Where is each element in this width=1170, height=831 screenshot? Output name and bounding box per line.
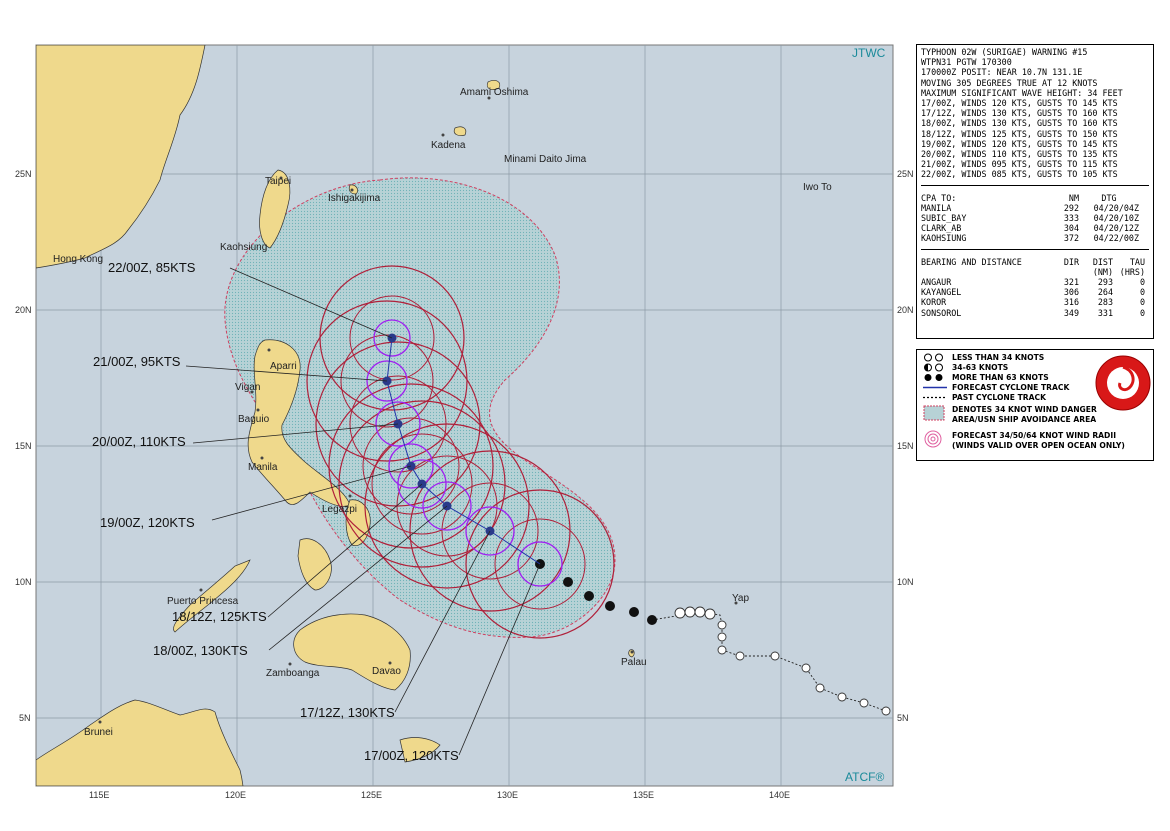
lat-labels-left: 25N 20N 15N 10N 5N — [15, 169, 32, 723]
legend-item: MORE THAN 63 KNOTS — [952, 373, 1049, 382]
cpa-row: KAOHSIUNG 372 04/22/00Z — [921, 233, 1139, 244]
svg-text:120E: 120E — [225, 790, 246, 800]
svg-text:Iwo To: Iwo To — [803, 182, 832, 193]
svg-text:21/00Z, 95KTS: 21/00Z, 95KTS — [93, 354, 181, 369]
legend-item: LESS THAN 34 KNOTS — [952, 353, 1045, 362]
legend-item: PAST CYCLONE TRACK — [952, 393, 1046, 402]
svg-text:20/00Z, 110KTS: 20/00Z, 110KTS — [92, 434, 186, 449]
svg-text:Zamboanga: Zamboanga — [266, 668, 320, 679]
bd-header: BEARING AND DISTANCE DIR DIST TAU — [921, 256, 1145, 267]
divider — [921, 248, 1149, 250]
jtwc-seal-icon — [1095, 355, 1151, 411]
svg-text:Taipei: Taipei — [265, 176, 291, 187]
svg-text:25N: 25N — [15, 169, 32, 179]
warning-line: MOVING 305 DEGREES TRUE AT 12 KNOTS — [921, 77, 1098, 88]
bd-units: (NM) (HRS) — [1092, 266, 1145, 277]
lon-labels: 115E 120E 125E 130E 135E 140E — [89, 790, 790, 800]
warning-info-panel: TYPHOON 02W (SURIGAE) WARNING #15 WTPN31… — [916, 44, 1154, 339]
legend-item: FORECAST CYCLONE TRACK — [952, 383, 1070, 392]
cpa-header: CPA TO: NM DTG — [921, 192, 1117, 203]
warning-line: 19/00Z, WINDS 120 KTS, GUSTS TO 145 KTS — [921, 138, 1118, 149]
warning-line: 18/12Z, WINDS 125 KTS, GUSTS TO 150 KTS — [921, 128, 1118, 139]
bd-row: KOROR 316 283 0 — [921, 297, 1145, 308]
half-circle-icon — [924, 363, 943, 372]
svg-text:Aparri: Aparri — [270, 361, 297, 372]
warning-line: 21/00Z, WINDS 095 KTS, GUSTS TO 115 KTS — [921, 159, 1118, 170]
wind-radii-icon — [924, 430, 942, 448]
svg-text:18/12Z, 125KTS: 18/12Z, 125KTS — [172, 609, 267, 624]
cpa-row: SUBIC_BAY 333 04/20/10Z — [921, 213, 1139, 224]
map-legend: LESS THAN 34 KNOTS 34-63 KNOTS MORE THAN… — [916, 349, 1154, 461]
svg-text:20N: 20N — [897, 305, 914, 315]
warning-line: 20/00Z, WINDS 110 KTS, GUSTS TO 135 KTS — [921, 149, 1118, 160]
svg-text:5N: 5N — [897, 713, 909, 723]
svg-text:19/00Z, 120KTS: 19/00Z, 120KTS — [100, 515, 195, 530]
svg-text:Palau: Palau — [621, 657, 647, 668]
jtwc-label: JTWC — [852, 46, 886, 60]
warning-line: 17/12Z, WINDS 130 KTS, GUSTS TO 160 KTS — [921, 108, 1118, 119]
svg-text:135E: 135E — [633, 790, 654, 800]
svg-text:140E: 140E — [769, 790, 790, 800]
filled-circle-icon — [924, 374, 943, 381]
svg-text:Baguio: Baguio — [238, 414, 270, 425]
legend-item: FORECAST 34/50/64 KNOT WIND RADII — [952, 431, 1117, 440]
svg-text:18/00Z, 130KTS: 18/00Z, 130KTS — [153, 643, 248, 658]
svg-text:17/12Z, 130KTS: 17/12Z, 130KTS — [300, 705, 395, 720]
warning-line: TYPHOON 02W (SURIGAE) WARNING #15 — [921, 47, 1088, 57]
okinawa — [453, 126, 467, 136]
divider — [921, 184, 1149, 186]
svg-text:15N: 15N — [15, 441, 32, 451]
svg-text:15N: 15N — [897, 441, 914, 451]
open-circle-icon — [924, 353, 943, 362]
warning-line: 22/00Z, WINDS 085 KTS, GUSTS TO 105 KTS — [921, 169, 1118, 180]
warning-line: 17/00Z, WINDS 120 KTS, GUSTS TO 145 KTS — [921, 98, 1118, 109]
warning-line: 170000Z POSIT: NEAR 10.7N 131.1E — [921, 67, 1083, 78]
svg-text:Puerto Princesa: Puerto Princesa — [167, 596, 239, 607]
legend-item: 34-63 KNOTS — [952, 363, 1009, 372]
cpa-row: MANILA 292 04/20/04Z — [921, 202, 1139, 213]
atcf-label: ATCF® — [845, 770, 884, 784]
svg-text:25N: 25N — [897, 169, 914, 179]
svg-text:Manila: Manila — [248, 462, 278, 473]
svg-text:Davao: Davao — [372, 666, 401, 677]
warning-line: 18/00Z, WINDS 130 KTS, GUSTS TO 160 KTS — [921, 118, 1118, 129]
bd-row: KAYANGEL 306 264 0 — [921, 287, 1145, 298]
warning-line: WTPN31 PGTW 170300 — [921, 57, 1012, 68]
svg-text:Ishigakijima: Ishigakijima — [328, 193, 381, 204]
svg-text:Vigan: Vigan — [235, 382, 260, 393]
bd-row: ANGAUR 321 293 0 — [921, 277, 1145, 288]
svg-text:Hong Kong: Hong Kong — [53, 254, 103, 265]
svg-text:Kaohsiung: Kaohsiung — [220, 242, 267, 253]
svg-text:Minami Daito Jima: Minami Daito Jima — [504, 154, 587, 165]
lat-labels-right: 25N 20N 15N 10N 5N — [897, 169, 914, 723]
solid-line-icon — [923, 386, 947, 389]
svg-text:20N: 20N — [15, 305, 32, 315]
svg-text:130E: 130E — [497, 790, 518, 800]
svg-text:5N: 5N — [19, 713, 31, 723]
svg-text:115E: 115E — [89, 790, 109, 800]
svg-text:Yap: Yap — [732, 593, 749, 604]
svg-text:Legazpi: Legazpi — [322, 504, 357, 515]
svg-text:17/00Z, 120KTS: 17/00Z, 120KTS — [364, 748, 459, 763]
svg-text:Brunei: Brunei — [84, 727, 113, 738]
warning-line: MAXIMUM SIGNIFICANT WAVE HEIGHT: 34 FEET — [921, 87, 1123, 98]
svg-text:22/00Z, 85KTS: 22/00Z, 85KTS — [108, 260, 196, 275]
legend-item: AREA/USN SHIP AVOIDANCE AREA — [952, 415, 1097, 424]
svg-text:10N: 10N — [15, 577, 32, 587]
legend-item: (WINDS VALID OVER OPEN OCEAN ONLY) — [952, 441, 1125, 450]
svg-text:125E: 125E — [361, 790, 382, 800]
dotted-line-icon — [923, 396, 947, 399]
cpa-row: CLARK_AB 304 04/20/12Z — [921, 223, 1139, 234]
svg-text:Amami Oshima: Amami Oshima — [460, 87, 529, 98]
legend-item: DENOTES 34 KNOT WIND DANGER — [952, 405, 1097, 414]
danger-area-swatch-icon — [923, 405, 945, 421]
bd-row: SONSOROL 349 331 0 — [921, 307, 1145, 318]
svg-text:Kadena: Kadena — [431, 140, 466, 151]
svg-text:10N: 10N — [897, 577, 914, 587]
